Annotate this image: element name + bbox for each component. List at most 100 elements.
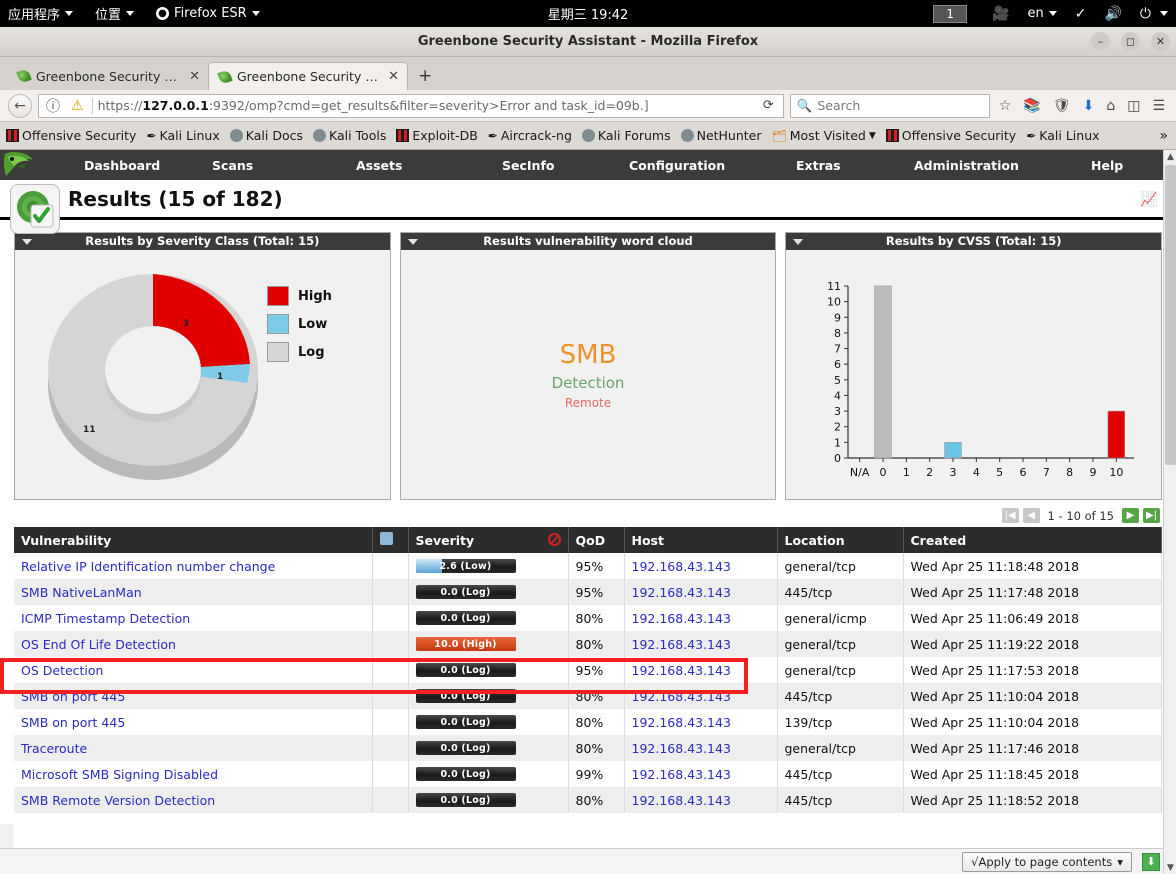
scroll-down-arrow[interactable]: ▼ [1164, 861, 1176, 874]
table-row[interactable]: Relative IP Identification number change… [14, 553, 1162, 579]
host-link[interactable]: 192.168.43.143 [632, 741, 731, 756]
gsa-menu-help[interactable]: Help [1075, 150, 1139, 180]
column-header-location[interactable]: Location [777, 527, 904, 553]
column-header-severity[interactable]: Severity [408, 527, 569, 553]
vulnerability-link[interactable]: SMB on port 445 [21, 689, 125, 704]
host-link[interactable]: 192.168.43.143 [632, 767, 731, 782]
host-link[interactable]: 192.168.43.143 [632, 611, 731, 626]
volume-muted-icon[interactable]: 🔊 [1095, 7, 1130, 21]
cloud-word-remote[interactable]: Remote [565, 396, 611, 410]
bookmark-item[interactable]: Exploit-DB [392, 126, 481, 145]
pen-icon[interactable]: ✓ [1066, 7, 1096, 21]
places-menu[interactable]: 位置 [84, 0, 145, 27]
bookmark-item[interactable]: NetHunter [677, 126, 766, 145]
language-menu[interactable]: en [1019, 6, 1066, 21]
bookmark-item[interactable]: ✒ Kali Linux [1022, 126, 1103, 145]
applications-menu[interactable]: 应用程序 [0, 0, 84, 27]
vulnerability-link[interactable]: Relative IP Identification number change [21, 559, 275, 574]
legend-item[interactable]: High [267, 286, 332, 306]
gsa-menu-extras[interactable]: Extras [780, 150, 857, 180]
gsa-menu-administration[interactable]: Administration [898, 150, 1035, 180]
address-bar[interactable]: ⓘ ⚠ https://127.0.0.1:9392/omp?cmd=get_r… [38, 93, 784, 118]
back-button[interactable]: ← [8, 93, 32, 118]
gsa-menu-secinfo[interactable]: SecInfo [486, 150, 570, 180]
page-scrollbar[interactable]: ▲ ▼ [1163, 150, 1176, 874]
gsa-menu-configuration[interactable]: Configuration [613, 150, 741, 180]
bookmark-item[interactable]: Offensive Security [882, 126, 1020, 145]
new-tab-button[interactable]: + [408, 66, 442, 90]
last-page-button[interactable]: ▶| [1143, 508, 1160, 523]
chevron-down-icon[interactable] [793, 239, 804, 245]
gsa-menu-dashboard[interactable]: Dashboard [68, 150, 176, 180]
host-link[interactable]: 192.168.43.143 [632, 663, 731, 678]
host-link[interactable]: 192.168.43.143 [632, 637, 731, 652]
lock-warning-icon[interactable]: ⚠ [68, 98, 87, 114]
bar-3[interactable] [944, 442, 963, 459]
next-page-button[interactable]: ▶ [1122, 508, 1139, 523]
bookmark-item[interactable]: Kali Tools [309, 126, 390, 145]
hamburger-menu-icon[interactable]: ☰ [1149, 98, 1168, 114]
shield-icon[interactable]: 🛡 [1050, 98, 1074, 114]
bookmark-item[interactable]: ✒ Kali Linux [142, 126, 223, 145]
vulnerability-link[interactable]: OS Detection [21, 663, 103, 678]
host-link[interactable]: 192.168.43.143 [632, 715, 731, 730]
bookmark-item[interactable]: Offensive Security [2, 126, 140, 145]
bookmark-star-icon[interactable]: ☆ [996, 98, 1015, 114]
vulnerability-link[interactable]: ICMP Timestamp Detection [21, 611, 190, 626]
vulnerability-link[interactable]: SMB on port 445 [21, 715, 125, 730]
sidebar-icon[interactable]: ◫ [1124, 98, 1143, 114]
maximize-button[interactable]: ◻ [1121, 32, 1140, 51]
host-link[interactable]: 192.168.43.143 [632, 793, 731, 808]
bookmark-item[interactable]: Kali Forums [578, 126, 675, 145]
table-row[interactable]: Traceroute 0.0 (Log) 80% 192.168.43.143 gene… [14, 735, 1162, 761]
table-row[interactable]: OS Detection 0.0 (Log) 95% 192.168.43.143 ge… [14, 657, 1162, 683]
column-header-host[interactable]: Host [624, 527, 778, 553]
chevron-down-icon[interactable] [1160, 11, 1168, 16]
bookmarks-overflow-icon[interactable]: » [1159, 128, 1174, 144]
bar-0[interactable] [874, 285, 893, 459]
chevron-down-icon[interactable] [22, 239, 32, 245]
first-page-button[interactable]: |◀ [1001, 508, 1019, 523]
table-row[interactable]: SMB on port 445 0.0 (Log) 80% 192.168.43.14… [14, 683, 1162, 709]
apply-to-page-contents-select[interactable]: √Apply to page contents ▾ [962, 851, 1132, 872]
camera-icon[interactable]: 🎥 [983, 7, 1018, 21]
download-icon[interactable]: ⬇ [1080, 98, 1098, 114]
host-link[interactable]: 192.168.43.143 [632, 585, 731, 600]
bookmark-item[interactable]: Kali Docs [226, 126, 307, 145]
column-header-qod[interactable]: QoD [568, 527, 625, 553]
bookmark-item[interactable]: ✒ Aircrack-ng [484, 126, 576, 145]
column-header-created[interactable]: Created [903, 527, 1162, 553]
legend-item[interactable]: Low [267, 314, 332, 334]
chevron-down-icon[interactable] [407, 239, 418, 245]
host-link[interactable]: 192.168.43.143 [632, 689, 731, 704]
scrollbar-thumb[interactable] [1165, 165, 1176, 465]
prev-page-button[interactable]: ◀ [1022, 508, 1040, 523]
info-icon[interactable]: ⓘ [43, 96, 63, 116]
close-icon[interactable]: ✕ [186, 69, 200, 84]
table-row[interactable]: SMB NativeLanMan 0.0 (Log) 95% 192.168.43.1… [14, 579, 1162, 605]
power-icon[interactable]: ⏻ [1131, 7, 1160, 21]
home-icon[interactable]: ⌂ [1103, 98, 1118, 114]
table-row[interactable]: SMB on port 445 0.0 (Log) 80% 192.168.43.14… [14, 709, 1162, 735]
workspace-indicator[interactable]: 1 [933, 4, 968, 23]
search-bar[interactable]: 🔍 Search [789, 93, 990, 118]
scroll-up-arrow[interactable]: ▲ [1164, 150, 1176, 163]
bookmark-item[interactable]: 🗂 Most Visited ▼ [768, 126, 880, 145]
close-icon[interactable]: ✕ [385, 69, 399, 84]
close-button[interactable]: ✕ [1151, 32, 1170, 51]
cloud-word-detection[interactable]: Detection [552, 374, 625, 392]
vulnerability-link[interactable]: SMB Remote Version Detection [21, 793, 215, 808]
column-header-solution[interactable] [372, 527, 409, 553]
no-entry-icon[interactable] [547, 532, 561, 546]
vulnerability-link[interactable]: Traceroute [21, 741, 87, 756]
browser-tab-2[interactable]: Greenbone Security A... ✕ [208, 62, 408, 90]
bar-10[interactable] [1107, 410, 1126, 459]
vulnerability-link[interactable]: Microsoft SMB Signing Disabled [21, 767, 218, 782]
cloud-word-smb[interactable]: SMB [560, 340, 617, 370]
library-icon[interactable]: 📚 [1020, 98, 1043, 114]
firefox-menu[interactable]: ● Firefox ESR [145, 0, 271, 27]
host-link[interactable]: 192.168.43.143 [632, 559, 731, 574]
browser-tab-1[interactable]: Greenbone Security A... ✕ [8, 62, 208, 90]
table-row[interactable]: Microsoft SMB Signing Disabled 0.0 (Log) 9… [14, 761, 1162, 787]
table-row[interactable]: SMB Remote Version Detection 0.0 (Log) 80%… [14, 787, 1162, 813]
